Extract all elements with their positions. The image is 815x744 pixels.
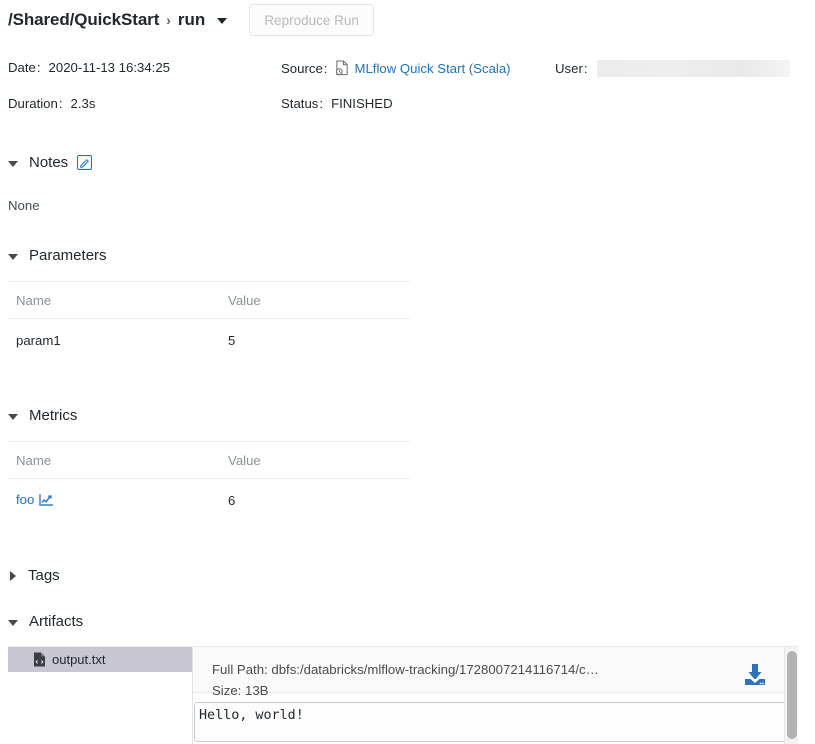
status-field: Status : FINISHED — [281, 96, 555, 111]
date-colon: : — [37, 60, 41, 75]
metrics-table: Name Value foo 6 — [8, 441, 410, 521]
metrics-section-header[interactable]: Metrics — [8, 407, 77, 424]
column-header-name: Name — [8, 442, 226, 479]
table-row: foo 6 — [8, 479, 410, 522]
metric-name-cell: foo — [8, 479, 226, 522]
notebook-revision-icon — [335, 60, 350, 76]
duration-value: 2.3s — [71, 96, 96, 111]
artifact-info: Full Path: dbfs:/databricks/mlflow-track… — [193, 647, 798, 693]
artifact-file-tree[interactable]: output.txt — [8, 647, 193, 744]
breadcrumb-separator: › — [166, 12, 171, 28]
user-value-redacted — [597, 60, 790, 77]
tags-section-header[interactable]: Tags — [8, 567, 60, 584]
metadata-row-1: Date : 2020-11-13 16:34:25 Source : MLfl… — [8, 60, 808, 96]
date-label: Date — [8, 60, 36, 75]
artifact-scrollbar-thumb[interactable] — [787, 651, 797, 739]
parameter-value: 5 — [226, 319, 410, 362]
artifacts-section-header[interactable]: Artifacts — [8, 613, 83, 630]
collapse-triangle-icon[interactable] — [8, 620, 18, 626]
duration-colon: : — [59, 96, 63, 111]
collapse-triangle-icon[interactable] — [8, 254, 18, 260]
duration-label: Duration — [8, 96, 58, 111]
expand-triangle-icon[interactable] — [10, 571, 16, 581]
column-header-value: Value — [226, 282, 410, 319]
status-colon: : — [319, 96, 323, 111]
edit-pencil-icon[interactable] — [77, 155, 92, 170]
artifact-scrollbar[interactable] — [784, 647, 798, 744]
metadata-row-2: Duration : 2.3s Status : FINISHED — [8, 96, 808, 132]
duration-field: Duration : 2.3s — [8, 96, 281, 111]
source-colon: : — [324, 61, 328, 76]
table-row: param1 5 — [8, 319, 410, 362]
parameter-name: param1 — [8, 319, 226, 362]
collapse-triangle-icon[interactable] — [8, 161, 18, 167]
artifact-text-preview: Hello, world! — [194, 702, 786, 742]
reproduce-run-button[interactable]: Reproduce Run — [249, 4, 374, 36]
metrics-table-header: Name Value — [8, 442, 410, 479]
parameters-table-header: Name Value — [8, 282, 410, 319]
artifact-size: Size: 13B — [212, 680, 798, 701]
notes-title: Notes — [29, 154, 68, 171]
source-label: Source — [281, 61, 323, 76]
source-field: Source : MLflow Quick Start (Scala) — [281, 60, 555, 76]
tags-title: Tags — [28, 567, 60, 584]
metrics-title: Metrics — [29, 407, 77, 424]
notes-section-header[interactable]: Notes — [8, 154, 92, 171]
user-field: User : — [555, 60, 790, 77]
column-header-name: Name — [8, 282, 226, 319]
file-code-icon — [33, 652, 46, 667]
breadcrumb-run-name: run — [178, 10, 205, 30]
chevron-down-icon[interactable] — [217, 18, 227, 24]
status-label: Status — [281, 96, 318, 111]
breadcrumb-path[interactable]: /Shared/QuickStart — [8, 10, 159, 30]
date-field: Date : 2020-11-13 16:34:25 — [8, 60, 281, 75]
artifacts-title: Artifacts — [29, 613, 83, 630]
line-chart-icon[interactable] — [39, 494, 53, 509]
metric-value: 6 — [226, 479, 410, 522]
status-value: FINISHED — [331, 96, 393, 111]
metric-name-link[interactable]: foo — [16, 492, 34, 507]
column-header-value: Value — [226, 442, 410, 479]
artifacts-panel: output.txt Full Path: dbfs:/databricks/m… — [8, 646, 798, 744]
user-label: User — [555, 61, 583, 76]
artifact-preview-pane: Full Path: dbfs:/databricks/mlflow-track… — [193, 647, 798, 744]
run-metadata: Date : 2020-11-13 16:34:25 Source : MLfl… — [8, 60, 808, 132]
notes-body: None — [8, 198, 40, 213]
parameters-section-header[interactable]: Parameters — [8, 247, 107, 264]
download-icon[interactable] — [741, 661, 769, 689]
parameters-title: Parameters — [29, 247, 107, 264]
parameters-table: Name Value param1 5 — [8, 281, 410, 361]
date-value: 2020-11-13 16:34:25 — [49, 60, 170, 75]
artifact-file-name: output.txt — [52, 652, 105, 667]
page-header: /Shared/QuickStart › run Reproduce Run — [8, 4, 374, 36]
artifact-tree-item-output-txt[interactable]: output.txt — [8, 647, 192, 672]
collapse-triangle-icon[interactable] — [8, 414, 18, 420]
source-notebook-link[interactable]: MLflow Quick Start (Scala) — [354, 61, 510, 76]
user-colon: : — [584, 61, 588, 76]
artifact-full-path: Full Path: dbfs:/databricks/mlflow-track… — [212, 659, 798, 680]
